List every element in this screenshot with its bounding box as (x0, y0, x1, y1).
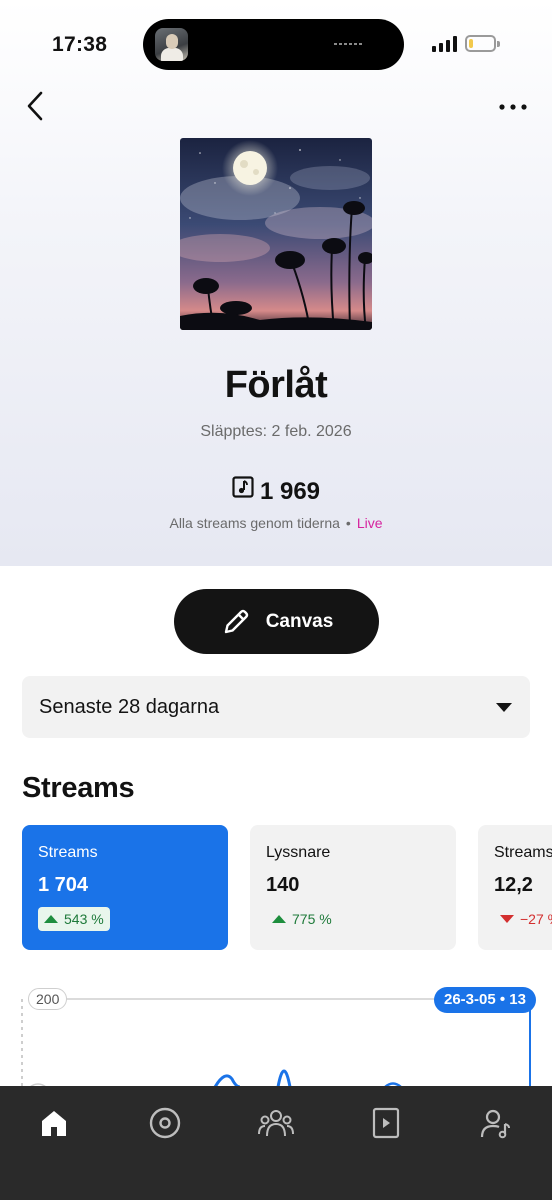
section-title: Streams (22, 772, 135, 804)
nav-audience[interactable] (256, 1103, 296, 1143)
stat-card-value: 140 (266, 874, 300, 896)
now-playing-thumbnail (155, 28, 188, 61)
total-streams-caption-text: Alla streams genom tiderna (169, 515, 340, 531)
cover-art (180, 138, 372, 330)
period-select-value: Senaste 28 dagarna (39, 695, 220, 718)
more-horizontal-icon (499, 104, 527, 110)
home-icon (42, 1111, 66, 1136)
period-select[interactable]: Senaste 28 dagarna (22, 676, 530, 738)
artist-icon (480, 1109, 510, 1139)
disc-icon (149, 1107, 181, 1139)
arrow-up-icon (272, 915, 286, 923)
back-button[interactable] (22, 88, 52, 124)
stat-card-delta-value: 543 % (64, 911, 104, 927)
arrow-up-icon (44, 915, 58, 923)
status-time: 17:38 (52, 33, 108, 56)
stat-cards: Streams 1 704 543 % Lyssnare 140 775 % S… (22, 825, 552, 950)
nav-music[interactable] (145, 1103, 185, 1143)
stat-card-delta-value: 775 % (292, 911, 332, 927)
stat-card-label: Streams (38, 844, 98, 861)
y-axis-max-label: 200 (28, 988, 68, 1010)
release-title: Förlåt (224, 364, 328, 406)
release-date: Släpptes: 2 feb. 2026 (200, 423, 352, 440)
stat-card-value: 1 704 (38, 874, 89, 896)
battery-tip (497, 41, 500, 47)
more-options-button[interactable] (496, 95, 530, 119)
bottom-nav (0, 1086, 552, 1200)
series-line-peak (276, 1069, 292, 1087)
caret-down-icon (496, 702, 512, 712)
stat-card-label: Streams (494, 844, 552, 861)
nav-campaigns[interactable] (366, 1103, 406, 1143)
total-streams-caption: Alla streams genom tiderna • Live (169, 515, 383, 531)
stat-card-value: 12,2 (494, 874, 533, 896)
stat-card-delta: −27 % (494, 907, 552, 931)
stat-card-delta: 543 % (38, 907, 110, 931)
canvas-button-label: Canvas (265, 610, 334, 632)
audience-icon (258, 1110, 294, 1137)
total-streams-value: 1 969 (259, 478, 321, 505)
total-streams: 1 969 (0, 476, 552, 507)
canvas-button[interactable]: Canvas (174, 589, 379, 654)
stat-card-delta: 775 % (266, 907, 338, 931)
music-note-icon (232, 476, 254, 505)
video-icon (372, 1107, 400, 1139)
dynamic-island[interactable] (143, 19, 404, 70)
stat-card-label: Lyssnare (266, 844, 331, 861)
chart-tooltip: 26-3-05 • 13 (434, 987, 536, 1013)
chevron-left-icon (27, 91, 43, 121)
signal-icon (432, 36, 458, 52)
nav-home[interactable] (34, 1103, 74, 1143)
pencil-icon (224, 609, 248, 633)
stat-card-delta-value: −27 % (520, 911, 552, 927)
live-label: Live (356, 515, 383, 531)
nav-profile[interactable] (476, 1103, 516, 1143)
streams-chart[interactable]: 200 26-3-05 • 13 (0, 975, 552, 1087)
stat-card-listeners[interactable]: Lyssnare 140 775 % (250, 825, 456, 950)
stat-card-streams-per-listener[interactable]: Streams 12,2 −27 % (478, 825, 552, 950)
arrow-down-icon (500, 915, 514, 923)
battery-icon (465, 35, 496, 52)
stat-card-streams[interactable]: Streams 1 704 543 % (22, 825, 228, 950)
audio-wave-icon (334, 43, 362, 45)
